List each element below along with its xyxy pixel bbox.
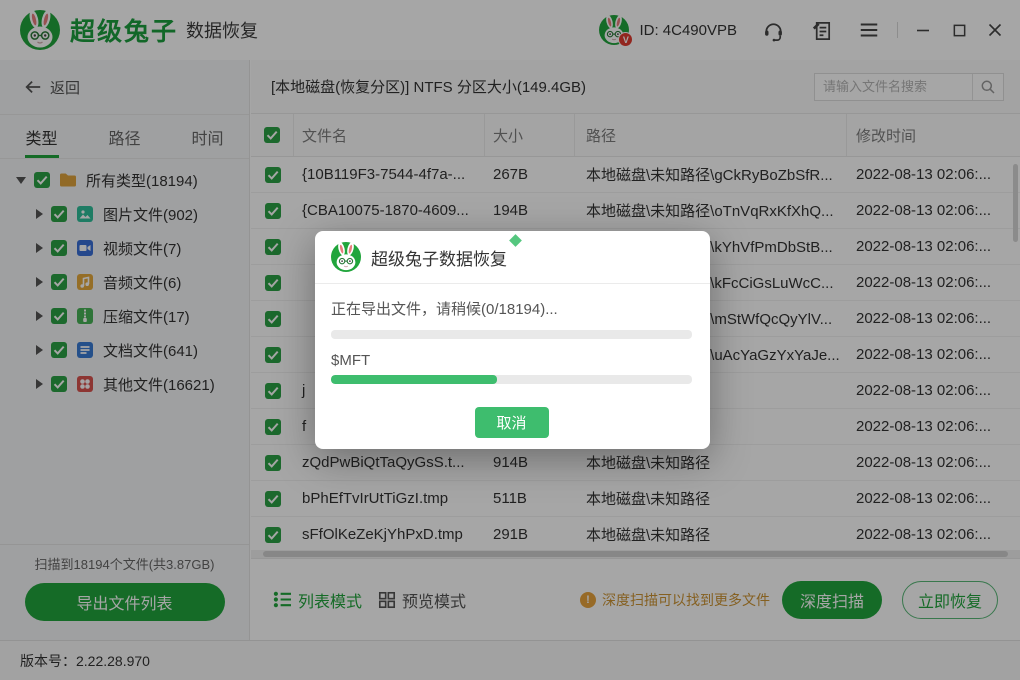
app-window: 超级兔子 数据恢复 V ID: 4C490VPB — [0, 0, 1020, 680]
current-file-progress-bar — [331, 375, 692, 384]
current-file-label: $MFT — [331, 352, 692, 369]
current-file-progress-fill — [331, 375, 497, 384]
cancel-button[interactable]: 取消 — [475, 407, 549, 438]
dialog-footer: 取消 — [331, 407, 692, 438]
export-progress-dialog: 超级兔子数据恢复 正在导出文件，请稍候(0/18194)... $MFT 取消 — [315, 231, 710, 449]
dialog-body: 正在导出文件，请稍候(0/18194)... $MFT 取消 — [315, 284, 710, 438]
diamond-accent-icon — [509, 234, 522, 247]
export-progress-text: 正在导出文件，请稍候(0/18194)... — [331, 298, 692, 319]
dialog-header: 超级兔子数据恢复 — [315, 231, 710, 284]
dialog-title: 超级兔子数据恢复 — [371, 245, 507, 270]
overall-progress-bar — [331, 330, 692, 339]
dialog-rabbit-logo-icon — [331, 242, 361, 272]
